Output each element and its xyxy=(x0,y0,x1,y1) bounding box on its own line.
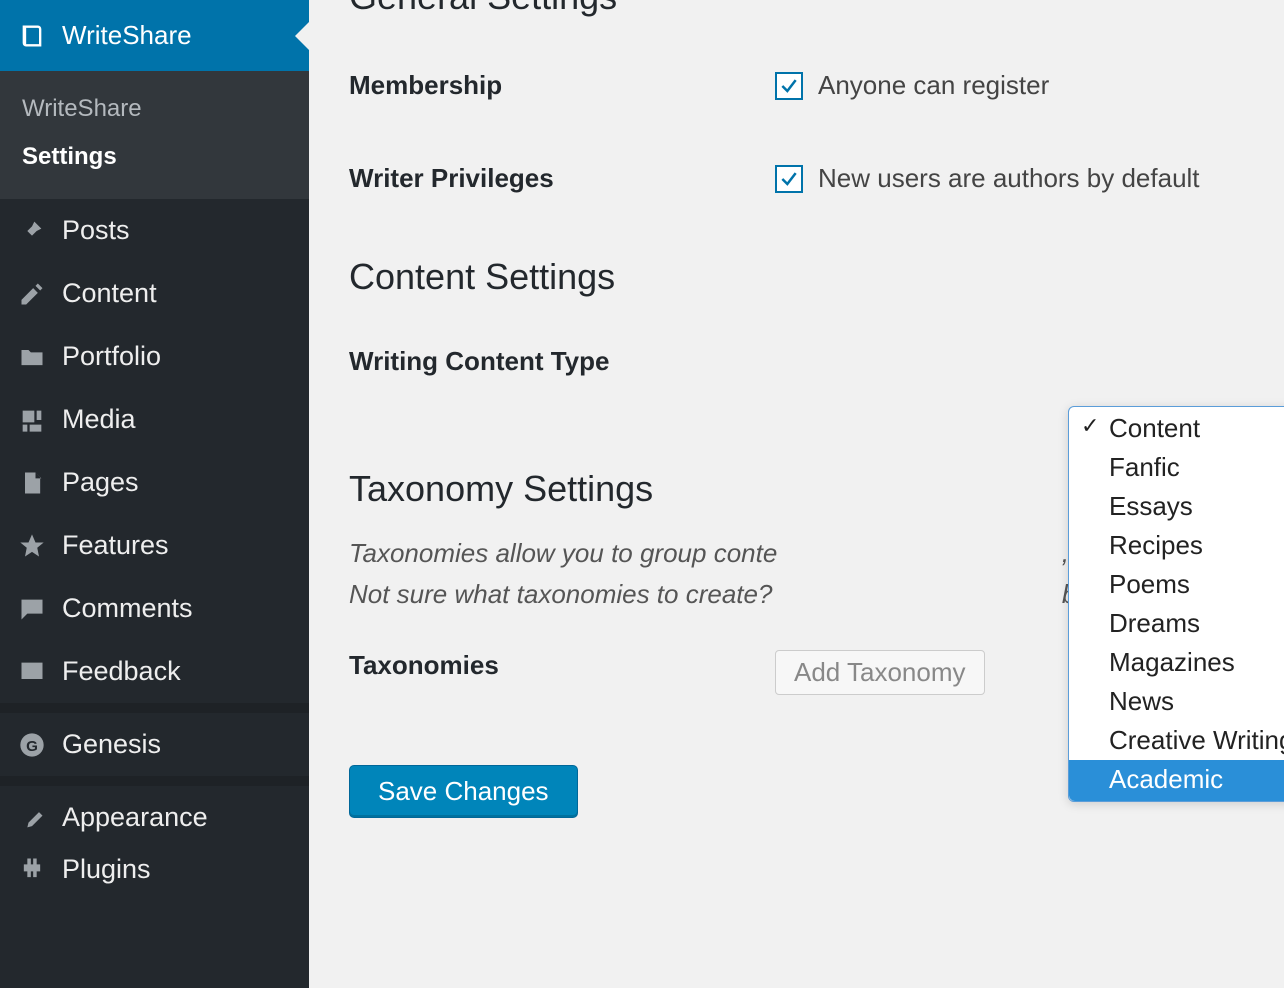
dropdown-option-fanfic[interactable]: Fanfic xyxy=(1069,448,1284,487)
genesis-icon: G xyxy=(18,731,46,759)
svg-text:G: G xyxy=(26,737,38,754)
main-content: General Settings Membership Anyone can r… xyxy=(309,0,1284,988)
sidebar-item-content[interactable]: Content xyxy=(0,262,309,325)
sidebar-item-pages[interactable]: Pages xyxy=(0,451,309,514)
dropdown-option-news[interactable]: News xyxy=(1069,682,1284,721)
sidebar-item-label: Media xyxy=(62,404,136,435)
sidebar-item-features[interactable]: Features xyxy=(0,514,309,577)
sidebar-separator xyxy=(0,776,309,786)
taxonomy-desc-2-prefix: Not sure what taxonomies to create? xyxy=(349,579,772,609)
dropdown-option-magazines[interactable]: Magazines xyxy=(1069,643,1284,682)
label-membership: Membership xyxy=(349,70,775,101)
sidebar: WriteShare WriteShare Settings Posts Con… xyxy=(0,0,309,988)
star-icon xyxy=(18,532,46,560)
comment-icon xyxy=(18,595,46,623)
add-taxonomy-button[interactable]: Add Taxonomy xyxy=(775,650,985,695)
sidebar-item-portfolio[interactable]: Portfolio xyxy=(0,325,309,388)
text-privileges: New users are authors by default xyxy=(818,163,1200,194)
save-button[interactable]: Save Changes xyxy=(349,765,578,818)
sidebar-item-writeshare[interactable]: WriteShare xyxy=(0,0,309,71)
sidebar-item-label: Posts xyxy=(62,215,130,246)
checkbox-privileges[interactable] xyxy=(775,165,803,193)
media-icon xyxy=(18,406,46,434)
content-type-dropdown[interactable]: Content Fanfic Essays Recipes Poems Drea… xyxy=(1068,406,1284,802)
row-privileges: Writer Privileges New users are authors … xyxy=(349,163,1284,194)
sidebar-sub-writeshare[interactable]: WriteShare xyxy=(22,85,309,133)
pencil-icon xyxy=(18,280,46,308)
sidebar-sub-settings[interactable]: Settings xyxy=(22,133,309,181)
dropdown-option-content[interactable]: Content xyxy=(1069,407,1284,448)
sidebar-item-label: Portfolio xyxy=(62,341,161,372)
sidebar-item-label: Plugins xyxy=(62,854,151,885)
row-membership: Membership Anyone can register xyxy=(349,70,1284,101)
taxonomy-desc-1-prefix: Taxonomies allow you to group conte xyxy=(349,538,777,568)
plugin-icon xyxy=(18,855,46,883)
sidebar-separator xyxy=(0,703,309,713)
book-icon xyxy=(18,22,46,50)
text-membership: Anyone can register xyxy=(818,70,1049,101)
sidebar-item-label: Comments xyxy=(62,593,193,624)
sidebar-submenu: WriteShare Settings xyxy=(0,71,309,199)
dropdown-option-recipes[interactable]: Recipes xyxy=(1069,526,1284,565)
label-content-type: Writing Content Type xyxy=(349,346,775,377)
dropdown-option-poems[interactable]: Poems xyxy=(1069,565,1284,604)
sidebar-item-plugins[interactable]: Plugins xyxy=(0,849,309,889)
feedback-icon xyxy=(18,658,46,686)
dropdown-option-academic[interactable]: Academic xyxy=(1069,760,1284,801)
sidebar-item-genesis[interactable]: G Genesis xyxy=(0,713,309,776)
sidebar-item-label: Appearance xyxy=(62,802,208,833)
sidebar-item-posts[interactable]: Posts xyxy=(0,199,309,262)
dropdown-option-creative-writing[interactable]: Creative Writing xyxy=(1069,721,1284,760)
pages-icon xyxy=(18,469,46,497)
sidebar-item-label: Feedback xyxy=(62,656,181,687)
checkbox-membership[interactable] xyxy=(775,72,803,100)
sidebar-item-feedback[interactable]: Feedback xyxy=(0,640,309,703)
sidebar-item-media[interactable]: Media xyxy=(0,388,309,451)
sidebar-item-appearance[interactable]: Appearance xyxy=(0,786,309,849)
label-taxonomies: Taxonomies xyxy=(349,650,775,681)
pin-icon xyxy=(18,217,46,245)
section-title-general: General Settings xyxy=(349,0,1284,22)
sidebar-item-label: Features xyxy=(62,530,169,561)
brush-icon xyxy=(18,804,46,832)
sidebar-item-comments[interactable]: Comments xyxy=(0,577,309,640)
sidebar-item-label: Pages xyxy=(62,467,139,498)
sidebar-item-label: Content xyxy=(62,278,157,309)
dropdown-option-dreams[interactable]: Dreams xyxy=(1069,604,1284,643)
sidebar-active-label: WriteShare xyxy=(62,20,192,51)
folder-icon xyxy=(18,343,46,371)
label-privileges: Writer Privileges xyxy=(349,163,775,194)
row-content-type: Writing Content Type xyxy=(349,346,1284,377)
sidebar-item-label: Genesis xyxy=(62,729,161,760)
dropdown-option-essays[interactable]: Essays xyxy=(1069,487,1284,526)
section-title-content: Content Settings xyxy=(349,256,1284,298)
